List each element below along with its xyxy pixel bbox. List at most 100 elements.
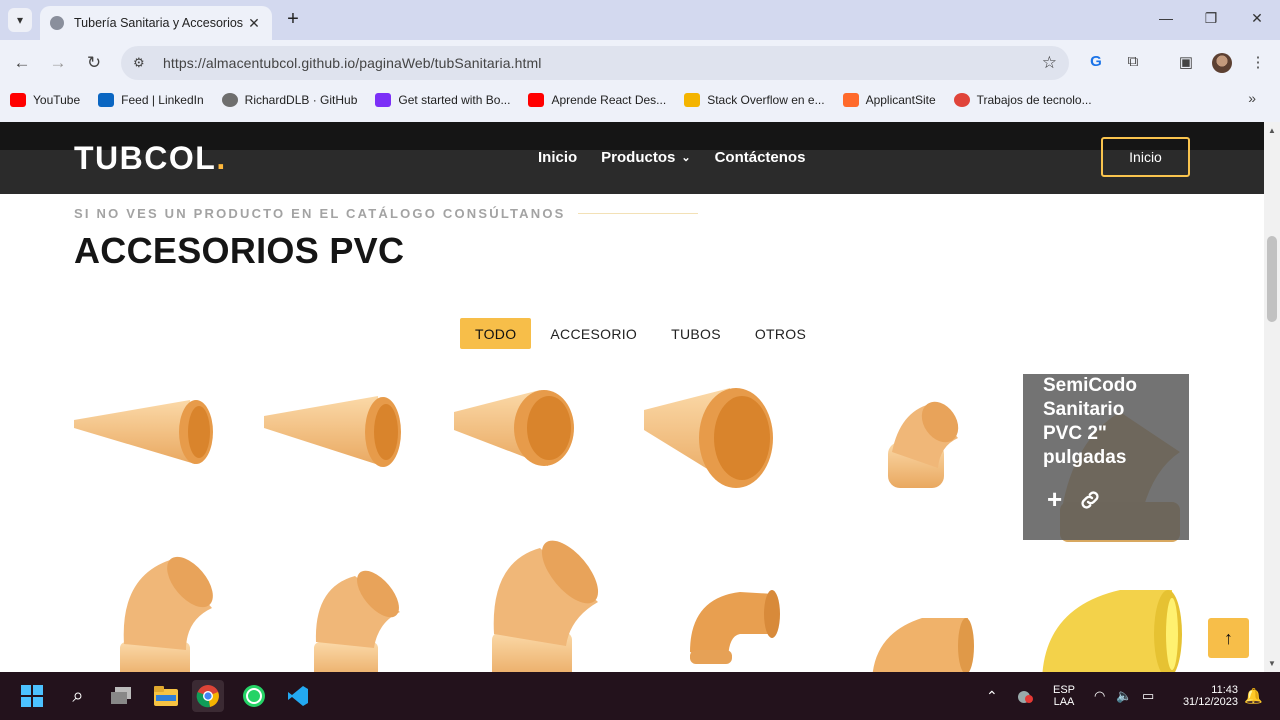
- site-header: TUBCOL. Inicio Productos ⌄ Contáctenos In…: [0, 122, 1264, 194]
- main-nav: Inicio Productos ⌄ Contáctenos: [538, 149, 829, 166]
- translate-icon[interactable]: G: [1085, 53, 1107, 73]
- bookmark-youtube[interactable]: YouTube: [10, 93, 80, 107]
- bookmark-label: Feed | LinkedIn: [121, 93, 204, 107]
- linkedin-icon: [98, 93, 115, 107]
- bookmarks-bar: YouTube Feed | LinkedIn RichardDLB · Git…: [0, 86, 1280, 114]
- bookmark-trabajos[interactable]: Trabajos de tecnolo...: [953, 93, 1092, 107]
- new-tab-button[interactable]: +: [282, 8, 304, 32]
- chevron-down-icon: ⌄: [681, 152, 691, 164]
- clock-time: 11:43: [1211, 684, 1238, 696]
- product-filters: TODO ACCESORIO TUBOS OTROS: [460, 318, 825, 349]
- forward-arrow-icon[interactable]: →: [46, 51, 70, 75]
- bookmark-github[interactable]: RichardDLB · GitHub: [221, 93, 358, 107]
- nav-productos[interactable]: Productos ⌄: [601, 149, 690, 166]
- bookmark-linkedin[interactable]: Feed | LinkedIn: [98, 93, 204, 107]
- filter-tubos[interactable]: TUBOS: [656, 318, 736, 349]
- link-icon[interactable]: [1078, 484, 1102, 519]
- language-code: ESP: [1052, 684, 1075, 696]
- page-scrollbar[interactable]: ▲ ▼: [1264, 122, 1280, 672]
- chrome-divider: [0, 114, 1280, 122]
- site-info-icon[interactable]: ⚙: [133, 55, 153, 71]
- product-codo-45-1[interactable]: [120, 549, 222, 672]
- site-logo[interactable]: TUBCOL.: [74, 140, 227, 177]
- tab-close-icon[interactable]: ✕: [246, 15, 262, 32]
- product-overlay-actions: +: [1047, 484, 1102, 519]
- task-view-icon[interactable]: [106, 680, 138, 712]
- reload-icon[interactable]: ↻: [82, 51, 106, 75]
- product-codo-45-2[interactable]: [314, 564, 407, 672]
- browser-toolbar: ← → ↻ ⚙ https://almacentubcol.github.io/…: [0, 40, 1280, 86]
- plus-icon[interactable]: +: [1047, 484, 1062, 519]
- search-icon[interactable]: ⌕: [62, 680, 94, 712]
- youtube-icon: [10, 93, 26, 107]
- extensions-puzzle-icon[interactable]: ⧉: [1122, 53, 1144, 73]
- product-reductor-4[interactable]: [644, 388, 773, 488]
- windows-start-icon[interactable]: [16, 680, 48, 712]
- battery-icon[interactable]: ▭: [1142, 672, 1154, 720]
- profile-avatar[interactable]: [1212, 53, 1232, 73]
- close-window-button[interactable]: ✕: [1245, 10, 1269, 27]
- applicantsite-icon: [842, 93, 859, 107]
- bookmarks-overflow-icon[interactable]: »: [1248, 90, 1256, 106]
- bookmark-react[interactable]: Aprende React Des...: [528, 93, 666, 107]
- bookmark-bootstrap[interactable]: Get started with Bo...: [375, 93, 510, 107]
- tray-overflow-chevron-icon[interactable]: ⌃: [986, 672, 998, 720]
- bookmark-label: RichardDLB · GitHub: [244, 93, 358, 107]
- wifi-icon[interactable]: ◠: [1094, 672, 1105, 720]
- back-arrow-icon[interactable]: ←: [10, 51, 34, 75]
- volume-icon[interactable]: 🔈: [1116, 672, 1132, 720]
- url-text[interactable]: https://almacentubcol.github.io/paginaWe…: [163, 55, 1042, 71]
- filter-accesorio[interactable]: ACCESORIO: [535, 318, 652, 349]
- clock-date: 31/12/2023: [1182, 696, 1238, 708]
- keyboard-layout: LAA: [1053, 696, 1075, 708]
- youtube-icon: [528, 93, 545, 107]
- tab-title: Tubería Sanitaria y Accesorios: [74, 16, 244, 30]
- product-codo-90-amarillo[interactable]: [1042, 590, 1182, 672]
- bookmark-stackoverflow[interactable]: Stack Overflow en e...: [684, 93, 825, 107]
- product-codo-90-1[interactable]: [690, 590, 780, 664]
- filter-todo[interactable]: TODO: [460, 318, 532, 349]
- address-bar[interactable]: ⚙ https://almacentubcol.github.io/pagina…: [121, 46, 1069, 80]
- bootstrap-icon: [375, 93, 392, 107]
- product-reductor-3[interactable]: [454, 390, 574, 466]
- nav-contactenos[interactable]: Contáctenos: [715, 149, 806, 166]
- product-hover-overlay[interactable]: SemiCodo Sanitario PVC 2" pulgadas +: [1023, 374, 1189, 540]
- side-panel-icon[interactable]: ▣: [1175, 53, 1197, 73]
- browser-tab-active[interactable]: Tubería Sanitaria y Accesorios ✕: [40, 6, 272, 40]
- scroll-up-arrow-icon[interactable]: ▲: [1268, 126, 1276, 135]
- clock[interactable]: 11:43 31/12/2023: [1174, 672, 1238, 720]
- menu-kebab-icon[interactable]: ⋮: [1247, 53, 1269, 73]
- notification-bell-icon[interactable]: 🔔: [1244, 672, 1263, 720]
- product-codo-45-3[interactable]: [492, 531, 608, 672]
- bookmark-star-icon[interactable]: ☆: [1042, 53, 1057, 73]
- language-indicator[interactable]: ESP LAA: [1052, 672, 1076, 720]
- nav-inicio[interactable]: Inicio: [538, 149, 577, 166]
- product-overlay-title: SemiCodo Sanitario PVC 2" pulgadas: [1043, 375, 1137, 468]
- bookmark-label: Trabajos de tecnolo...: [976, 93, 1092, 107]
- tab-search-button[interactable]: ▾: [8, 8, 32, 32]
- back-to-top-button[interactable]: ↑: [1208, 618, 1249, 658]
- filter-otros[interactable]: OTROS: [740, 318, 821, 349]
- file-explorer-icon[interactable]: [150, 680, 182, 712]
- inicio-button[interactable]: Inicio: [1101, 137, 1190, 177]
- minimize-button[interactable]: —: [1154, 10, 1178, 26]
- windows-taskbar: ⌕ ⌃ ESP LAA ◠ 🔈 ▭ 11:43 31/12/2023 🔔: [0, 672, 1280, 720]
- logo-dot: .: [216, 140, 227, 176]
- scrollbar-thumb[interactable]: [1267, 236, 1277, 322]
- vscode-icon[interactable]: [282, 680, 314, 712]
- product-reductor-1[interactable]: [74, 400, 213, 464]
- bookmark-label: YouTube: [33, 93, 81, 107]
- bookmark-label: ApplicantSite: [865, 93, 936, 107]
- trabajos-icon: [953, 93, 970, 107]
- whatsapp-icon[interactable]: [238, 680, 270, 712]
- chrome-icon[interactable]: [192, 680, 224, 712]
- maximize-button[interactable]: ❐: [1199, 10, 1223, 27]
- scroll-down-arrow-icon[interactable]: ▼: [1268, 659, 1276, 668]
- bookmark-applicantsite[interactable]: ApplicantSite: [842, 93, 936, 107]
- product-semicodo-1[interactable]: [888, 395, 966, 488]
- product-reductor-2[interactable]: [264, 396, 401, 467]
- tray-app-icon[interactable]: [1016, 672, 1034, 720]
- bookmark-label: Get started with Bo...: [398, 93, 511, 107]
- section-eyebrow: SI NO VES UN PRODUCTO EN EL CATÁLOGO CON…: [74, 206, 698, 221]
- product-codo-90-2[interactable]: [872, 618, 974, 672]
